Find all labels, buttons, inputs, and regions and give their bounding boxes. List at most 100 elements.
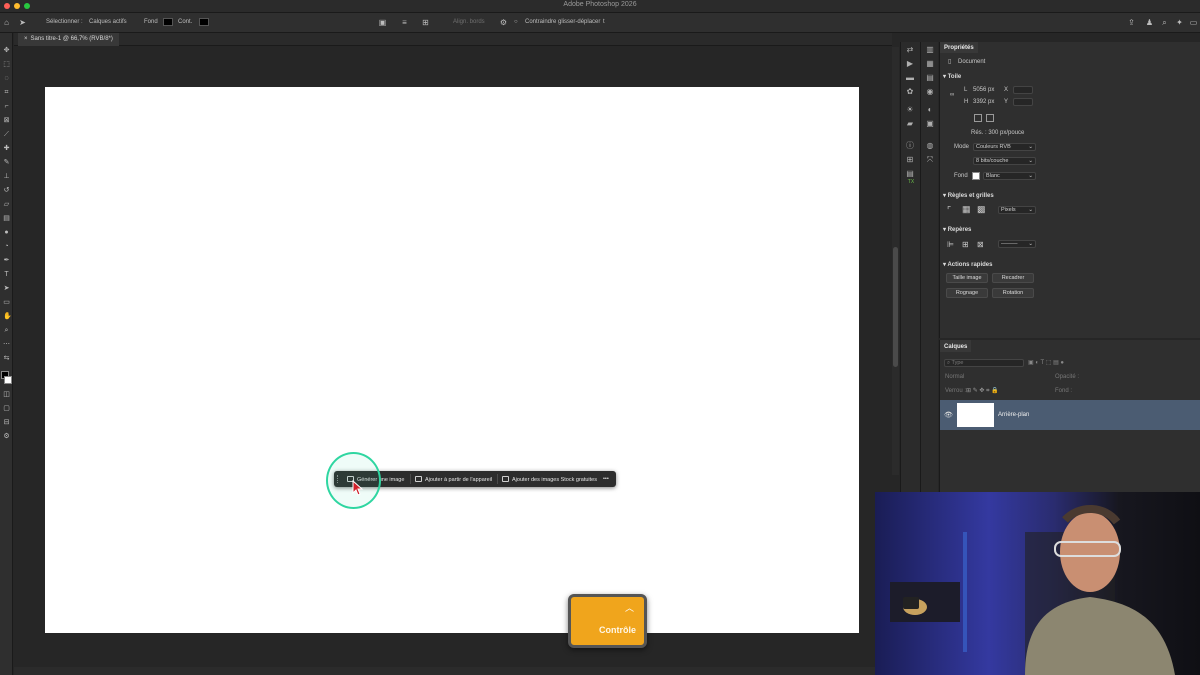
- glyphs-icon[interactable]: ⊞: [906, 156, 914, 164]
- edit-toolbar-icon[interactable]: ⇆: [3, 355, 10, 362]
- crop-button[interactable]: Recadrer: [992, 273, 1034, 283]
- actions-icon[interactable]: ▶: [906, 60, 914, 68]
- image-size-button[interactable]: Taille image: [946, 273, 988, 283]
- align-left-icon[interactable]: ▣: [378, 18, 387, 27]
- tab-close-icon[interactable]: ×: [24, 36, 28, 42]
- move-tool-icon[interactable]: ➤: [18, 18, 27, 27]
- width-value[interactable]: 5056 px: [973, 87, 994, 93]
- link-icon[interactable]: ∞: [950, 92, 954, 98]
- blur-tool-icon[interactable]: ●: [3, 229, 10, 236]
- frame-tool-icon[interactable]: ⊠: [3, 117, 10, 124]
- rulers-section-header[interactable]: ▾ Règles et grilles: [943, 192, 994, 199]
- mode-dropdown[interactable]: Couleurs RVB ⌄: [973, 143, 1036, 151]
- cloud-icon[interactable]: [906, 94, 914, 102]
- quick-mask-icon[interactable]: ◫: [3, 391, 10, 398]
- x-field[interactable]: [1013, 86, 1033, 94]
- trim-button[interactable]: Rognage: [946, 288, 988, 298]
- constrain-checkbox[interactable]: ○: [514, 19, 518, 25]
- layer-filter-icons[interactable]: ▣ ◐ T ⬚ ▤ ●: [1028, 359, 1064, 366]
- shape-tool-icon[interactable]: ▭: [3, 299, 10, 306]
- color-icon[interactable]: ▣: [926, 120, 934, 128]
- fill-dropdown[interactable]: Blanc ⌄: [983, 172, 1036, 180]
- scrollbar-thumb[interactable]: [893, 247, 898, 367]
- layers-tab[interactable]: Calques: [940, 340, 972, 352]
- layer-row[interactable]: 👁 Arrière-plan: [940, 400, 1200, 430]
- screen-mode-icon[interactable]: ▢: [3, 405, 10, 412]
- brush-tool-icon[interactable]: ✎: [3, 159, 10, 166]
- contextual-bar-icon[interactable]: ⊟: [3, 419, 10, 426]
- add-from-device-button[interactable]: Ajouter à partir de l'appareil: [415, 471, 492, 487]
- guides-toggle-icon[interactable]: ⊫: [947, 240, 954, 249]
- lasso-tool-icon[interactable]: ◌: [3, 75, 10, 82]
- dodge-tool-icon[interactable]: ◔: [3, 243, 10, 250]
- y-field[interactable]: [1013, 98, 1033, 106]
- share-icon[interactable]: ⇪: [1127, 18, 1136, 27]
- lock-icons[interactable]: ⊞ ✎ ✥ ⌗ 🔒: [966, 387, 999, 395]
- align-center-icon[interactable]: ≡: [400, 18, 409, 27]
- guide-style-dropdown[interactable]: ——— ⌄: [998, 240, 1036, 248]
- constrain-label[interactable]: Contraindre glisser-déplacer: [525, 19, 600, 25]
- history-icon[interactable]: ⇄: [906, 46, 914, 54]
- fill-swatch[interactable]: [163, 18, 173, 26]
- paths-icon[interactable]: ◉: [926, 88, 934, 96]
- home-icon[interactable]: ⌂: [2, 18, 11, 27]
- discover-icon[interactable]: ✦: [1175, 18, 1184, 27]
- pixel-grid-icon[interactable]: ▩: [977, 204, 986, 215]
- height-value[interactable]: 3392 px: [973, 99, 994, 105]
- properties-icon[interactable]: ▥: [926, 46, 934, 54]
- libraries-icon[interactable]: ▰: [906, 120, 914, 128]
- paragraph-icon[interactable]: ▤: [906, 170, 914, 178]
- document-canvas[interactable]: [45, 87, 859, 633]
- distribute-icon[interactable]: ⊞: [421, 18, 430, 27]
- select-target-dropdown[interactable]: Calques actifs: [89, 19, 127, 25]
- layer-search-input[interactable]: ⌕ Type: [944, 359, 1024, 367]
- hand-tool-icon[interactable]: ✋: [3, 313, 12, 320]
- navigator-icon[interactable]: ⤧: [926, 156, 934, 164]
- settings-icon[interactable]: ⚙: [3, 433, 10, 440]
- guide-layout-icon[interactable]: ⊠: [977, 240, 984, 249]
- quick-actions-section-header[interactable]: ▾ Actions rapides: [943, 261, 992, 268]
- canvas-section-header[interactable]: ▾ Toile: [943, 73, 961, 80]
- stamp-tool-icon[interactable]: ⊥: [3, 173, 10, 180]
- eyedropper-tool-icon[interactable]: ⟋: [3, 131, 10, 138]
- background-color-swatch[interactable]: [4, 376, 12, 384]
- properties-tab[interactable]: Propriétés: [940, 42, 978, 53]
- swatches-icon[interactable]: ◐: [926, 106, 934, 114]
- info-icon[interactable]: ⓘ: [906, 142, 914, 150]
- zoom-tool-icon[interactable]: ⌕: [3, 327, 10, 334]
- pen-tool-icon[interactable]: ✒: [3, 257, 10, 264]
- eraser-tool-icon[interactable]: ▱: [3, 201, 10, 208]
- layer-comps-icon[interactable]: ▦: [926, 60, 934, 68]
- vertical-scrollbar[interactable]: [892, 47, 899, 475]
- styles-icon[interactable]: ◍: [926, 142, 934, 150]
- crop-tool-icon[interactable]: ⌐: [3, 103, 10, 110]
- guides-section-header[interactable]: ▾ Repères: [943, 226, 971, 233]
- add-stock-images-button[interactable]: Ajouter des images Stock gratuites: [502, 471, 597, 487]
- comments-icon[interactable]: ▬: [906, 74, 914, 82]
- stroke-swatch[interactable]: [199, 18, 209, 26]
- healing-tool-icon[interactable]: ✚: [3, 145, 10, 152]
- bit-depth-dropdown[interactable]: 8 bits/couche ⌄: [973, 157, 1036, 165]
- eye-icon[interactable]: 👁: [944, 411, 953, 419]
- plugin-icon[interactable]: TX: [905, 178, 917, 190]
- object-select-tool-icon[interactable]: ⌗: [3, 89, 10, 96]
- workspace-icon[interactable]: ▭: [1189, 18, 1198, 27]
- adjust-icon[interactable]: ☀: [906, 106, 914, 114]
- ruler-icon[interactable]: ⌜: [947, 205, 951, 216]
- rotate-button[interactable]: Rotation: [992, 288, 1034, 298]
- more-options-button[interactable]: •••: [603, 471, 609, 487]
- blend-mode-dropdown[interactable]: Normal: [945, 374, 964, 380]
- history-brush-icon[interactable]: ↺: [3, 187, 10, 194]
- more-tools-icon[interactable]: ⋯: [3, 341, 10, 348]
- grid-icon[interactable]: ▦: [962, 204, 971, 215]
- gradient-tool-icon[interactable]: ▤: [3, 215, 10, 222]
- units-dropdown[interactable]: Pixels ⌄: [998, 206, 1036, 214]
- portrait-orientation-icon[interactable]: [974, 114, 982, 122]
- move-tool-icon[interactable]: ✥: [3, 47, 10, 54]
- fill-color-swatch[interactable]: [972, 172, 980, 180]
- control-button[interactable]: ︿ Contrôle: [568, 594, 647, 648]
- notifications-icon[interactable]: ♟: [1145, 18, 1154, 27]
- channels-icon[interactable]: ▤: [926, 74, 934, 82]
- type-tool-icon[interactable]: T: [3, 271, 10, 278]
- landscape-orientation-icon[interactable]: [986, 114, 994, 122]
